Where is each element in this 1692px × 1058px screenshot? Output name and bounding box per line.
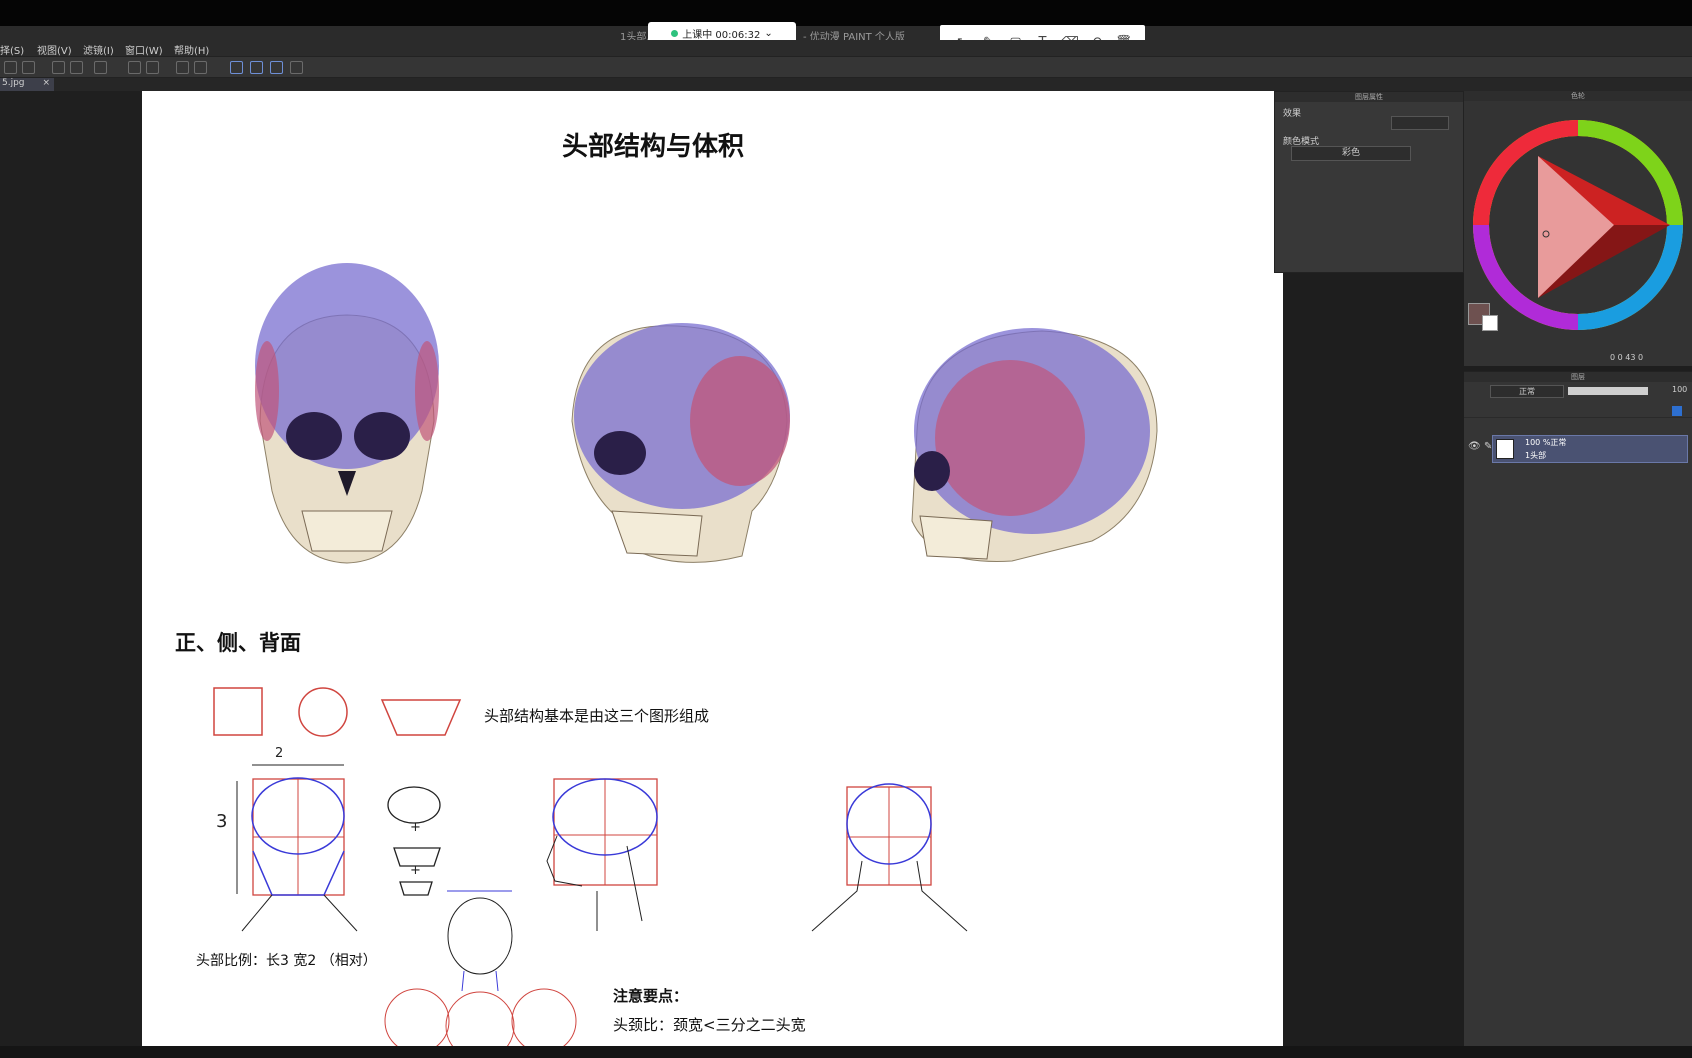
layer-item[interactable]: 100 %正常 1头部 [1492, 435, 1688, 463]
side-head-diagram [546, 778, 658, 931]
eye-icon[interactable]: 👁 [1468, 441, 1481, 452]
command-toolbar [0, 56, 1692, 78]
help-icon[interactable] [290, 61, 303, 74]
transform-icon[interactable] [146, 61, 159, 74]
tab-document[interactable]: 5.jpg × [0, 78, 54, 91]
plus-sign: + [410, 863, 421, 878]
deselect-icon[interactable] [176, 61, 189, 74]
section-title: 正、侧、背面 [175, 631, 301, 655]
layer-toolbar [1464, 406, 1692, 418]
notes-title: 注意要点： [613, 987, 689, 1005]
skull-three-quarter [571, 323, 790, 563]
plus-sign: + [410, 820, 421, 835]
color-mode-select[interactable]: 彩色 [1291, 146, 1411, 161]
skull-front [255, 263, 439, 564]
blend-mode-select[interactable]: 正常 [1490, 385, 1564, 398]
close-icon[interactable]: × [42, 78, 50, 88]
back-head-diagram [811, 783, 968, 932]
recording-label: 上课中 00:06:32 [682, 29, 761, 41]
menu-window[interactable]: 窗口(W) [125, 42, 163, 57]
record-dot-icon [671, 29, 679, 37]
status-bar [0, 1046, 1692, 1058]
top-black-bar [0, 0, 1692, 26]
reference-layer-icon[interactable] [1672, 406, 1682, 416]
opacity-slider[interactable] [1568, 387, 1648, 395]
fill-icon[interactable] [128, 61, 141, 74]
color-readout: 0 0 43 0 [1610, 353, 1644, 362]
chevron-down-icon[interactable]: ⌄ [764, 28, 772, 39]
menu-view[interactable]: 视图(V) [37, 42, 72, 57]
color-wheel-panel: 色轮 0 0 43 0 [1464, 91, 1692, 366]
skull-side [911, 328, 1158, 562]
effect-buttons[interactable] [1391, 116, 1449, 130]
effect-label: 效果 [1283, 109, 1302, 119]
menu-select[interactable]: 择(S) [0, 42, 24, 57]
stacked-shapes-diagram [387, 786, 441, 896]
menu-bar: 择(S) 视图(V) 滤镜(I) 窗口(W) 帮助(H) [0, 40, 1692, 57]
tab-label: 5.jpg [2, 78, 25, 88]
snap-special-ruler-icon[interactable] [250, 61, 263, 74]
save-icon[interactable] [22, 61, 35, 74]
layer-name: 1头部 [1525, 451, 1547, 460]
loading-icon[interactable] [94, 61, 107, 74]
layer-panel: 图层 正常 100 [1464, 371, 1692, 1046]
trapezoid-shape [380, 699, 462, 736]
notes-line: 头颈比：颈宽<三分之二头宽 [613, 1016, 806, 1034]
tab-bar [0, 78, 1692, 91]
proportion-caption: 头部比例：长3 宽2 （相对） [196, 953, 377, 969]
shapes-caption: 头部结构基本是由这三个图形组成 [484, 707, 710, 725]
skull-illustrations [213, 263, 1158, 1046]
front-head-diagram [236, 764, 358, 932]
undo-toolbar-icon[interactable] [52, 61, 65, 74]
snap-ruler-icon[interactable] [230, 61, 243, 74]
panel-title: 图层属性 [1275, 92, 1463, 102]
snap-grid-icon[interactable] [270, 61, 283, 74]
layer-property-panel: 图层属性 效果 颜色模式 彩色 [1274, 91, 1464, 273]
sub-color-swatch[interactable] [1482, 315, 1498, 331]
panel-title: 色轮 [1464, 91, 1692, 101]
invert-selection-icon[interactable] [194, 61, 207, 74]
hue-ring[interactable] [1464, 111, 1692, 339]
width-dimension: 2 [275, 746, 284, 761]
redo-toolbar-icon[interactable] [70, 61, 83, 74]
color-wheel[interactable] [1464, 111, 1692, 339]
circle-shape [298, 687, 348, 737]
layer-thumbnail [1496, 439, 1514, 459]
height-dimension: 3 [216, 811, 228, 832]
layer-opacity-mode: 100 %正常 [1525, 438, 1567, 447]
square-shape [213, 687, 263, 736]
panel-title: 图层 [1464, 372, 1692, 382]
opacity-value: 100 [1672, 385, 1688, 394]
menu-filter[interactable]: 滤镜(I) [83, 42, 114, 57]
torso-sketch [384, 890, 577, 1046]
basic-shapes [213, 687, 462, 737]
open-file-icon[interactable] [4, 61, 17, 74]
menu-help[interactable]: 帮助(H) [174, 42, 209, 57]
canvas-page[interactable]: 头部结构与体积 2 3 + + 正、侧、背面 头部结构基本是由这三个图形组成 头… [142, 91, 1283, 1046]
